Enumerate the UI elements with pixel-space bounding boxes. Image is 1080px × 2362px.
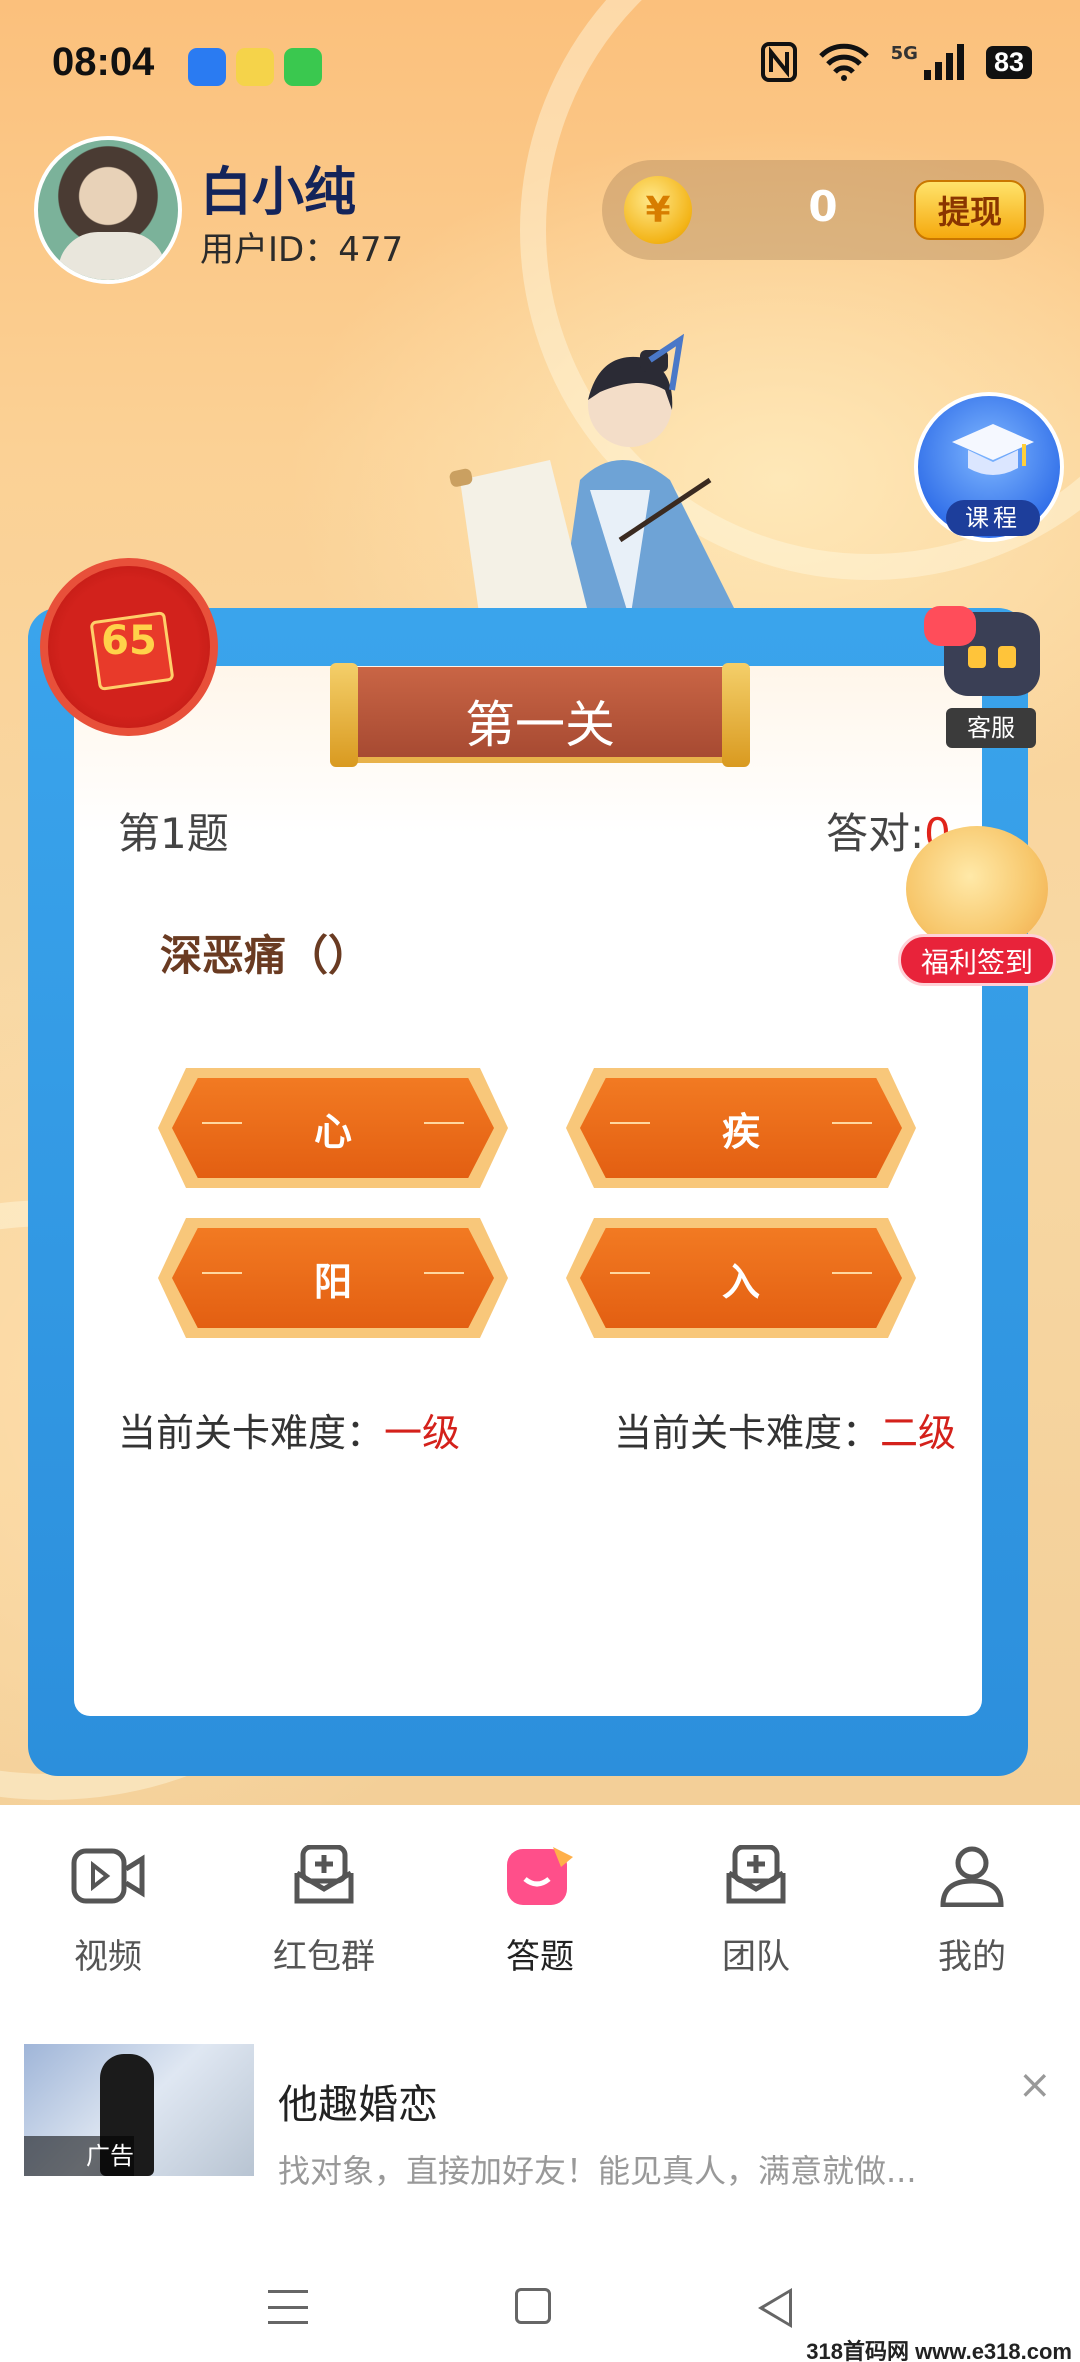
bottom-nav: 视频 红包群 答题 团队 我的 bbox=[0, 1805, 1080, 1985]
nav-item-quiz[interactable]: 答题 bbox=[470, 1845, 610, 1978]
answer-option-label: 入 bbox=[721, 1259, 760, 1304]
difficulty-value: 一级 bbox=[384, 1411, 461, 1455]
nav-label: 团队 bbox=[722, 1937, 790, 1977]
user-name: 白小纯 bbox=[200, 163, 357, 223]
ad-description: 找对象，直接加好友！能见真人，满意就做... bbox=[278, 2152, 917, 2190]
user-id: 用户ID：477 bbox=[200, 230, 404, 270]
scholar-illustration bbox=[449, 333, 740, 620]
checkin-label: 福利签到 bbox=[898, 934, 1056, 986]
redpacket-count: 65 bbox=[101, 618, 157, 664]
network-type: 5G bbox=[890, 42, 918, 64]
user-icon bbox=[940, 1846, 1004, 1908]
video-icon bbox=[71, 1848, 145, 1904]
home-icon[interactable] bbox=[515, 2288, 551, 2324]
status-indicators: 5G 83 bbox=[760, 42, 1032, 82]
back-icon[interactable] bbox=[758, 2288, 792, 2328]
status-time: 08:04 bbox=[52, 40, 155, 84]
wifi-icon bbox=[818, 43, 869, 81]
status-bar: 08:04 5G 83 bbox=[0, 0, 1080, 130]
redpacket-button[interactable]: 65 bbox=[40, 558, 218, 736]
difficulty-left: 当前关卡难度：一级 bbox=[118, 1402, 460, 1457]
answer-option-2[interactable]: 疾 bbox=[566, 1068, 916, 1188]
quiz-board bbox=[28, 608, 1028, 1776]
coin-balance: ¥ 0 提现 bbox=[602, 160, 1044, 260]
nfc-icon bbox=[760, 42, 797, 82]
ad-image: 广告 bbox=[24, 2044, 254, 2176]
customer-service-button[interactable]: 客服 bbox=[922, 606, 1062, 752]
level-title: 第一关 bbox=[465, 696, 615, 754]
level-banner: 第一关 bbox=[330, 663, 750, 767]
answer-option-label: 疾 bbox=[721, 1109, 760, 1154]
nav-item-mine[interactable]: 我的 bbox=[902, 1845, 1042, 1978]
pinwheel-app-icon bbox=[188, 48, 226, 86]
inbox-add-icon bbox=[294, 1844, 354, 1904]
course-button[interactable]: 课程 bbox=[914, 392, 1064, 542]
watermark: 318首码网 www.e318.com bbox=[806, 2339, 1072, 2362]
nav-item-team[interactable]: 团队 bbox=[686, 1844, 826, 1978]
difficulty-value: 二级 bbox=[880, 1411, 957, 1455]
graduation-cap-icon bbox=[952, 424, 1034, 475]
quiz-icon bbox=[507, 1847, 573, 1905]
menu-icon[interactable] bbox=[268, 2290, 308, 2324]
checkin-button[interactable]: 福利签到 bbox=[898, 826, 1056, 986]
difficulty-label: 当前关卡难度： bbox=[614, 1411, 881, 1455]
nav-label: 我的 bbox=[938, 1937, 1006, 1977]
nav-item-redpacket-group[interactable]: 红包群 bbox=[254, 1844, 394, 1978]
answer-option-label: 阳 bbox=[313, 1259, 352, 1304]
difficulty-label: 当前关卡难度： bbox=[118, 1411, 385, 1455]
difficulty-right: 当前关卡难度：二级 bbox=[614, 1402, 956, 1457]
answer-option-label: 心 bbox=[313, 1109, 352, 1154]
nav-label: 红包群 bbox=[273, 1937, 375, 1977]
ad-tag: 广告 bbox=[24, 2136, 134, 2176]
message-app-icon bbox=[284, 48, 322, 86]
ad-title: 他趣婚恋 bbox=[278, 2082, 438, 2128]
withdraw-button[interactable]: 提现 bbox=[914, 180, 1026, 240]
answer-option-1[interactable]: 心 bbox=[158, 1068, 508, 1188]
service-label: 客服 bbox=[946, 708, 1036, 748]
question-text: 深恶痛（） bbox=[160, 931, 371, 980]
signal-icon bbox=[923, 44, 964, 80]
nav-label: 答题 bbox=[506, 1937, 574, 1977]
answer-option-4[interactable]: 入 bbox=[566, 1218, 916, 1338]
battery-level: 83 bbox=[985, 45, 1032, 79]
course-label: 课程 bbox=[946, 500, 1040, 536]
nav-label: 视频 bbox=[74, 1937, 142, 1977]
answer-option-3[interactable]: 阳 bbox=[158, 1218, 508, 1338]
nav-item-video[interactable]: 视频 bbox=[38, 1845, 178, 1978]
close-icon[interactable]: × bbox=[1018, 2062, 1052, 2108]
inbox-add-icon bbox=[726, 1844, 786, 1904]
ad-banner[interactable]: 广告 他趣婚恋 找对象，直接加好友！能见真人，满意就做... × bbox=[0, 2020, 1080, 2190]
avatar[interactable] bbox=[34, 136, 182, 284]
chat-bubble-icon bbox=[924, 606, 976, 646]
question-number: 第1题 bbox=[118, 809, 229, 858]
weibo-app-icon bbox=[236, 48, 274, 86]
